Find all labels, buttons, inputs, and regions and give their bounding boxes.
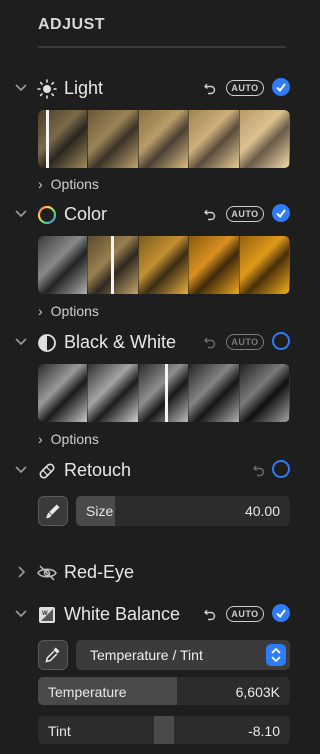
section-header-redeye[interactable]: Red-Eye [0,560,294,586]
temperature-label: Temperature [48,684,127,700]
preview-frame [239,236,290,294]
svg-text:W: W [42,611,48,617]
section-label-color: Color [64,204,108,224]
adjust-panel: ADJUST Light AUTO › Options Color AUTO ›… [0,0,294,754]
chevron-right-icon: › [38,176,43,192]
undo-icon[interactable] [203,607,217,621]
chevron-down-icon[interactable] [14,607,28,621]
options-label: Options [50,431,99,447]
eyedropper-button[interactable] [38,640,68,670]
white-balance-icon: W [39,607,55,623]
chevron-down-icon[interactable] [14,81,28,95]
preview-frame [239,364,290,422]
preview-frame [189,364,240,422]
eye-slash-icon [37,565,57,581]
size-slider[interactable]: Size 40.00 [76,496,290,526]
auto-button-light[interactable]: AUTO [226,80,264,96]
undo-icon[interactable] [203,335,217,349]
temperature-slider[interactable]: Temperature 6,603K [38,677,290,705]
tint-slider-fill [153,716,175,744]
retouch-controls: Size 40.00 [38,496,290,526]
section-header-white-balance[interactable]: W White Balance AUTO [0,602,294,628]
chevron-down-icon[interactable] [14,463,28,477]
playhead[interactable] [46,110,49,168]
up-down-arrow-icon [266,644,286,666]
options-label: Options [50,176,99,192]
section-label-bw: Black & White [64,332,177,352]
section-header-retouch[interactable]: Retouch [0,458,294,484]
size-value: 40.00 [244,503,280,519]
checkbox-bw[interactable] [272,332,290,350]
half-circle-icon [38,334,56,352]
undo-icon[interactable] [252,463,266,477]
panel-title: ADJUST [38,16,106,33]
auto-button-bw[interactable]: AUTO [226,334,264,350]
tint-slider[interactable]: Tint -8.10 [38,716,290,744]
checkmark-icon[interactable] [272,204,290,222]
preview-frame [38,364,89,422]
chevron-down-icon[interactable] [14,335,28,349]
light-preview-strip[interactable] [38,110,290,168]
size-label: Size [86,503,114,519]
undo-icon[interactable] [203,207,217,221]
section-label-white-balance: White Balance [64,604,181,624]
brush-button[interactable] [38,496,68,526]
title-divider [38,46,286,48]
preview-frame [88,110,139,168]
playhead[interactable] [111,236,114,294]
eyedropper-icon [45,647,60,663]
preview-frame [88,364,139,422]
bw-preview-strip[interactable] [38,364,290,422]
brush-icon [46,504,60,519]
chevron-right-icon: › [38,431,43,447]
section-label-light: Light [64,78,104,98]
section-label-retouch: Retouch [64,460,132,480]
preview-frame [189,110,240,168]
white-balance-mode-value: Temperature / Tint [90,647,203,663]
temperature-value: 6,603K [235,684,280,700]
chevron-right-icon: › [38,303,43,319]
playhead[interactable] [165,364,168,422]
preview-frame [138,110,190,168]
options-toggle-light[interactable]: › Options [38,176,99,192]
preview-frame [239,110,290,168]
options-toggle-color[interactable]: › Options [38,303,99,319]
options-label: Options [50,303,99,319]
section-header-light[interactable]: Light AUTO [0,76,294,102]
white-balance-mode-select[interactable]: Temperature / Tint [76,640,290,670]
chevron-down-icon[interactable] [14,207,28,221]
sun-icon [37,79,57,99]
color-wheel-icon [37,205,57,225]
preview-frame [38,236,89,294]
section-header-color[interactable]: Color AUTO [0,202,294,228]
section-header-bw[interactable]: Black & White AUTO [0,330,294,356]
bandage-icon [39,463,55,479]
checkmark-icon[interactable] [272,78,290,96]
undo-icon[interactable] [203,81,217,95]
white-balance-mode-row: Temperature / Tint [38,640,290,670]
options-toggle-bw[interactable]: › Options [38,431,99,447]
color-preview-strip[interactable] [38,236,290,294]
checkmark-icon[interactable] [272,604,290,622]
auto-button-white-balance[interactable]: AUTO [226,606,264,622]
section-label-redeye: Red-Eye [64,562,135,582]
checkbox-retouch[interactable] [272,460,290,478]
tint-value: -8.10 [248,723,280,739]
tint-label: Tint [48,723,71,739]
preview-frame [189,236,240,294]
auto-button-color[interactable]: AUTO [226,206,264,222]
preview-frame [138,236,190,294]
chevron-right-icon[interactable] [14,565,28,579]
